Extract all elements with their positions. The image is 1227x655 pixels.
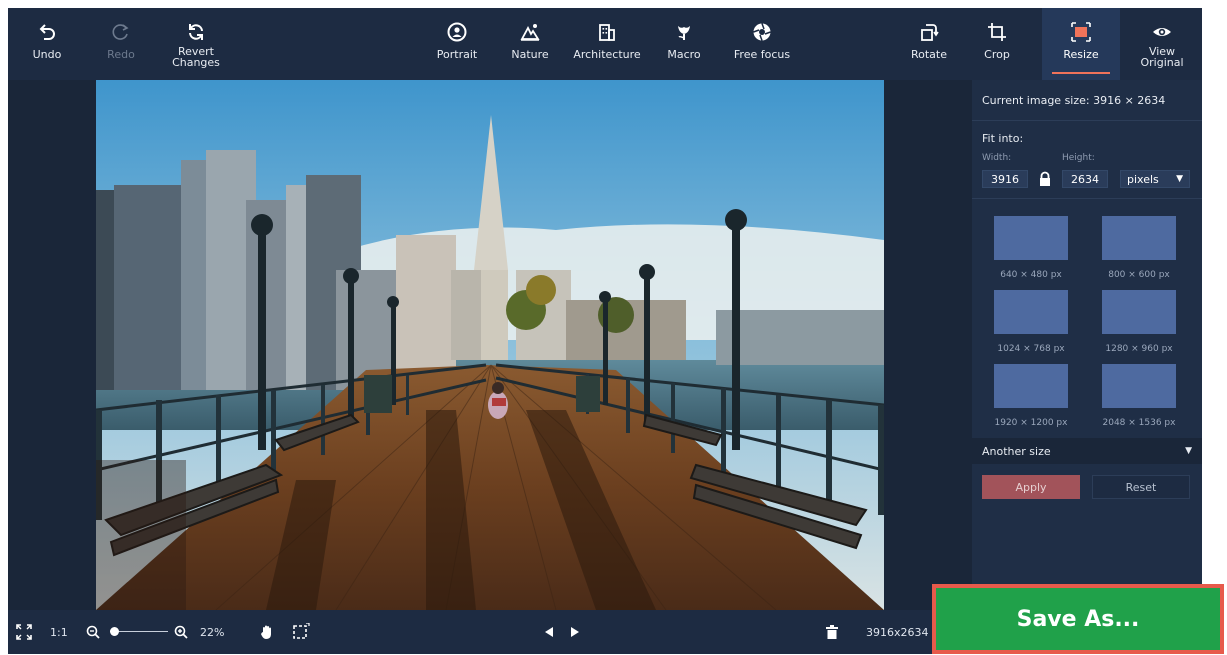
divider xyxy=(972,198,1202,199)
trash-icon[interactable] xyxy=(826,610,840,654)
portrait-icon xyxy=(445,20,469,44)
hand-tool-icon[interactable] xyxy=(260,610,276,654)
photo-editor-window: Undo Redo Revert Changes Portrait Nature xyxy=(8,8,1202,654)
width-input[interactable]: 3916 xyxy=(982,170,1028,188)
previous-image-icon[interactable] xyxy=(544,610,558,654)
aperture-icon xyxy=(750,20,774,44)
preset-800x600[interactable]: 800 × 600 px xyxy=(1094,210,1184,280)
eye-icon xyxy=(1150,20,1174,44)
lock-icon[interactable] xyxy=(1038,171,1052,187)
chevron-down-icon: ▼ xyxy=(1185,446,1192,456)
rotate-button[interactable]: Rotate xyxy=(904,8,954,80)
building-icon xyxy=(595,20,619,44)
view-original-button[interactable]: View Original xyxy=(1130,8,1194,80)
preset-thumbnail xyxy=(994,290,1068,334)
flower-icon xyxy=(672,20,696,44)
preset-thumbnail xyxy=(994,364,1068,408)
fullscreen-icon[interactable] xyxy=(16,610,36,654)
preset-label: 640 × 480 px xyxy=(1000,270,1062,280)
preset-label: 1920 × 1200 px xyxy=(994,418,1068,428)
height-input[interactable]: 2634 xyxy=(1062,170,1108,188)
actual-size-button[interactable]: 1:1 xyxy=(50,610,68,654)
preset-thumbnail xyxy=(1102,290,1176,334)
macro-label: Macro xyxy=(667,48,701,61)
architecture-button[interactable]: Architecture xyxy=(568,8,646,80)
zoom-slider-thumb[interactable] xyxy=(110,627,119,636)
crop-icon xyxy=(985,20,1009,44)
refresh-icon xyxy=(184,20,208,44)
units-value: pixels xyxy=(1127,172,1159,186)
preset-1920x1200[interactable]: 1920 × 1200 px xyxy=(986,358,1076,428)
revert-changes-button[interactable]: Revert Changes xyxy=(166,8,226,80)
save-as-highlight: Save As... xyxy=(932,584,1224,654)
zoom-out-icon[interactable] xyxy=(86,610,102,654)
architecture-label: Architecture xyxy=(573,48,641,61)
undo-button[interactable]: Undo xyxy=(26,8,68,80)
fit-into-label: Fit into: xyxy=(982,132,1024,145)
macro-button[interactable]: Macro xyxy=(662,8,706,80)
resize-icon xyxy=(1069,20,1093,44)
redo-icon xyxy=(109,20,133,44)
width-label: Width: xyxy=(982,153,1012,163)
revert-changes-label: Revert Changes xyxy=(172,45,220,69)
preset-1280x960[interactable]: 1280 × 960 px xyxy=(1094,284,1184,354)
preset-label: 1280 × 960 px xyxy=(1105,344,1173,354)
preset-thumbnail xyxy=(1102,364,1176,408)
height-label: Height: xyxy=(1062,153,1095,163)
resize-button[interactable]: Resize xyxy=(1042,8,1120,80)
image-canvas[interactable] xyxy=(8,80,972,610)
portrait-label: Portrait xyxy=(436,48,478,61)
resize-label: Resize xyxy=(1063,48,1099,61)
nature-icon xyxy=(518,20,542,44)
resize-panel: Current image size: 3916 × 2634 Fit into… xyxy=(972,80,1202,610)
preset-1024x768[interactable]: 1024 × 768 px xyxy=(986,284,1076,354)
nature-button[interactable]: Nature xyxy=(502,8,558,80)
free-focus-button[interactable]: Free focus xyxy=(726,8,798,80)
preset-label: 1024 × 768 px xyxy=(997,344,1065,354)
undo-icon xyxy=(35,20,59,44)
view-original-label: View Original xyxy=(1140,45,1184,69)
zoom-percent: 22% xyxy=(200,625,225,639)
redo-button[interactable]: Redo xyxy=(100,8,142,80)
rotate-icon xyxy=(917,20,941,44)
preset-label: 800 × 600 px xyxy=(1108,270,1170,280)
preset-label: 2048 × 1536 px xyxy=(1102,418,1176,428)
current-image-size: Current image size: 3916 × 2634 xyxy=(982,94,1166,107)
photo-pier-san-francisco xyxy=(96,80,884,610)
another-size-label: Another size xyxy=(982,444,1051,458)
another-size-dropdown[interactable]: Another size ▼ xyxy=(972,438,1202,464)
zoom-slider[interactable] xyxy=(106,610,168,654)
top-toolbar: Undo Redo Revert Changes Portrait Nature xyxy=(8,8,1202,80)
reset-button[interactable]: Reset xyxy=(1092,475,1190,499)
selection-icon[interactable] xyxy=(292,610,312,654)
image-dimensions: 3916x2634 xyxy=(866,625,929,639)
crop-button[interactable]: Crop xyxy=(976,8,1018,80)
zoom-in-icon[interactable] xyxy=(174,610,190,654)
redo-label: Redo xyxy=(107,48,135,61)
nature-label: Nature xyxy=(511,48,549,61)
undo-label: Undo xyxy=(32,48,62,61)
portrait-button[interactable]: Portrait xyxy=(428,8,486,80)
crop-label: Crop xyxy=(984,48,1010,61)
chevron-down-icon: ▼ xyxy=(1176,174,1183,184)
preset-640x480[interactable]: 640 × 480 px xyxy=(986,210,1076,280)
apply-button[interactable]: Apply xyxy=(982,475,1080,499)
preset-thumbnail xyxy=(994,216,1068,260)
preset-thumbnail xyxy=(1102,216,1176,260)
next-image-icon[interactable] xyxy=(570,610,584,654)
free-focus-label: Free focus xyxy=(733,48,791,61)
units-select[interactable]: pixels ▼ xyxy=(1120,170,1190,188)
rotate-label: Rotate xyxy=(910,48,947,61)
preset-2048x1536[interactable]: 2048 × 1536 px xyxy=(1094,358,1184,428)
divider xyxy=(972,120,1202,121)
save-as-button[interactable]: Save As... xyxy=(936,588,1220,650)
